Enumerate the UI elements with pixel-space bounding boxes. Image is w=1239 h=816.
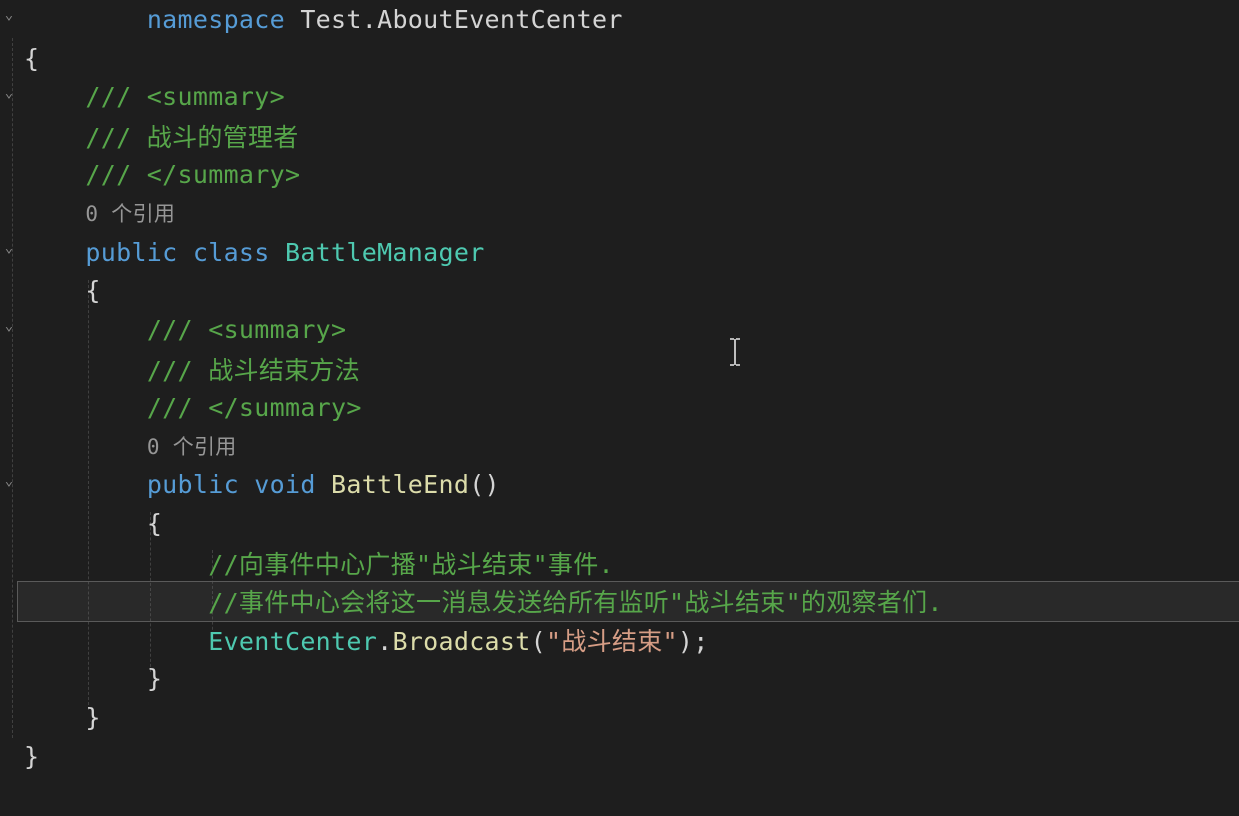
namespace-name: Test.AboutEventCenter: [285, 5, 623, 34]
code-line[interactable]: //向事件中心广播"战斗结束"事件.: [18, 543, 1239, 582]
xml-doc: /// </summary>: [147, 393, 362, 422]
brace-close: }: [85, 703, 100, 732]
brace-close: }: [24, 742, 39, 771]
parens: (): [469, 470, 500, 499]
fold-chevron-icon[interactable]: ⌄: [2, 241, 16, 255]
code-line[interactable]: public void BattleEnd(): [18, 466, 1239, 505]
brace-open: {: [85, 276, 100, 305]
brace-close: }: [147, 664, 162, 693]
code-line[interactable]: {: [18, 504, 1239, 543]
fold-chevron-icon[interactable]: ⌄: [2, 86, 16, 100]
code-line[interactable]: public class BattleManager: [18, 233, 1239, 272]
code-line[interactable]: }: [18, 660, 1239, 699]
codelens[interactable]: 0 个引用: [18, 194, 1239, 233]
keyword-namespace: namespace: [147, 5, 285, 34]
codelens-text[interactable]: 0 个引用: [85, 202, 175, 226]
keyword-class: class: [178, 238, 270, 267]
fold-gutter: ⌄ ⌄ ⌄ ⌄ ⌄: [0, 0, 18, 816]
keyword-public: public: [85, 238, 177, 267]
codelens-text[interactable]: 0 个引用: [147, 435, 237, 459]
code-line-selected[interactable]: //事件中心会将这一消息发送给所有监听"战斗结束"的观察者们.: [18, 582, 1239, 621]
xml-doc: /// 战斗的管理者: [85, 123, 298, 152]
method-name: BattleEnd: [316, 470, 470, 499]
code-line[interactable]: {: [18, 272, 1239, 311]
xml-doc: /// </summary>: [85, 160, 300, 189]
code-editor[interactable]: ⌄ ⌄ ⌄ ⌄ ⌄ namespace Test.AboutEventCente…: [0, 0, 1239, 816]
code-line[interactable]: }: [18, 698, 1239, 737]
paren-open: (: [531, 627, 546, 656]
xml-doc: /// <summary>: [85, 82, 285, 111]
xml-doc: /// 战斗结束方法: [147, 356, 360, 385]
fold-chevron-icon[interactable]: ⌄: [2, 8, 16, 22]
code-line[interactable]: /// <summary>: [18, 78, 1239, 117]
paren-close: );: [678, 627, 709, 656]
comment: //事件中心会将这一消息发送给所有监听"战斗结束"的观察者们.: [208, 588, 943, 617]
method-call: Broadcast: [392, 627, 530, 656]
keyword-public: public: [147, 470, 239, 499]
type-ref: EventCenter: [208, 627, 377, 656]
code-line[interactable]: /// </summary>: [18, 155, 1239, 194]
string-literal: "战斗结束": [546, 627, 678, 656]
code-line[interactable]: /// 战斗结束方法: [18, 349, 1239, 388]
code-line[interactable]: /// 战斗的管理者: [18, 116, 1239, 155]
code-line[interactable]: /// <summary>: [18, 310, 1239, 349]
fold-chevron-icon[interactable]: ⌄: [2, 319, 16, 333]
comment: //向事件中心广播"战斗结束"事件.: [208, 550, 614, 579]
keyword-void: void: [239, 470, 316, 499]
code-line[interactable]: {: [18, 39, 1239, 78]
xml-doc: /// <summary>: [147, 315, 347, 344]
code-area[interactable]: namespace Test.AboutEventCenter { /// <s…: [18, 0, 1239, 816]
code-line[interactable]: /// </summary>: [18, 388, 1239, 427]
codelens[interactable]: 0 个引用: [18, 427, 1239, 466]
class-name: BattleManager: [270, 238, 485, 267]
code-line[interactable]: namespace Test.AboutEventCenter: [18, 0, 1239, 39]
code-line[interactable]: }: [18, 737, 1239, 776]
dot: .: [377, 627, 392, 656]
brace-open: {: [147, 509, 162, 538]
fold-chevron-icon[interactable]: ⌄: [2, 474, 16, 488]
code-line[interactable]: EventCenter.Broadcast("战斗结束");: [18, 621, 1239, 660]
brace-open: {: [24, 44, 39, 73]
